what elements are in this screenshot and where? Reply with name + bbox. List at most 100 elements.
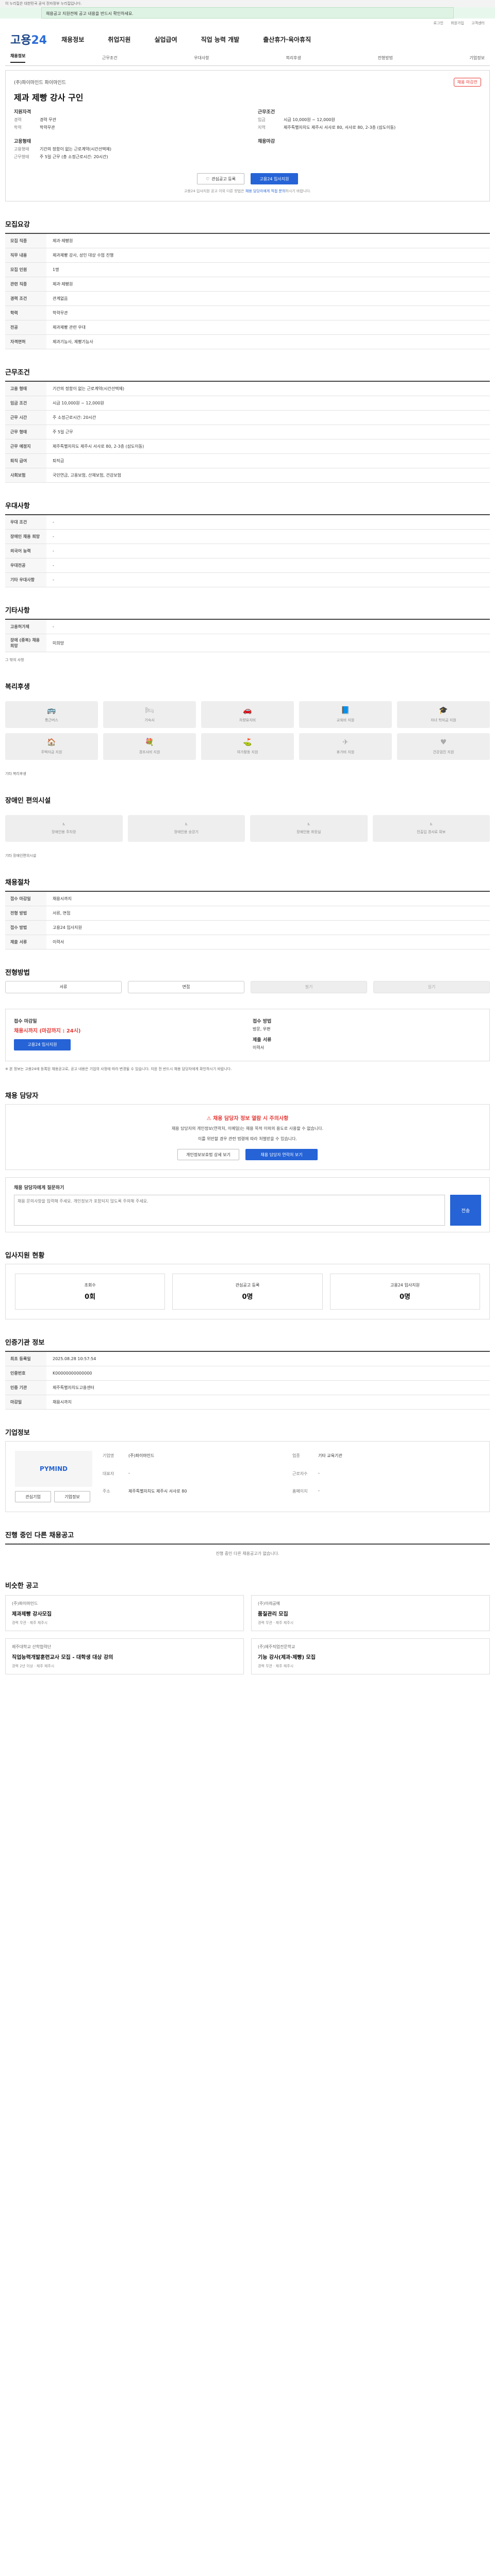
row-label: 근무 형태 <box>5 425 46 439</box>
row-label: 전형 방법 <box>5 906 46 920</box>
etc-note: 그 밖의 사항 <box>5 658 24 662</box>
job-card[interactable]: (주)이레공예 품질관리 모집 경력 무관 · 제주 제주시 <box>251 1595 490 1632</box>
welfare-item: 💐 경조사비 지원 <box>103 733 196 760</box>
contact-button[interactable]: 채용 담당자 연락처 보기 <box>245 1149 318 1161</box>
method-step-2: 면접 <box>128 980 244 993</box>
alert-icon: ⚠ <box>206 1115 213 1122</box>
welfare-icon: ✈ <box>342 738 349 747</box>
welfare-label: 주택자금 지원 <box>41 750 62 754</box>
company-field-value: 기타 교육기관 <box>318 1453 342 1459</box>
welfare-icon: ♥ <box>440 738 447 747</box>
row-label: 임금 조건 <box>5 396 46 410</box>
gnb-training[interactable]: 직업 능력 개발 <box>201 35 240 44</box>
job-card[interactable]: (주)제주직업전문학교 기능 강사(제과·제빵) 모집 경력 무관 · 제주 제주시 <box>251 1638 490 1675</box>
company-logo: PYMIND <box>15 1451 92 1487</box>
table-row: 제출 서류 이력서 <box>5 935 490 950</box>
gnb-jobs[interactable]: 채용정보 <box>61 35 84 44</box>
row-label: 제출 서류 <box>5 935 46 949</box>
job-card[interactable]: 제주대학교 산학협력단 직업능력개발훈련교사 모집 - 대학생 대상 강의 경력 2… <box>5 1638 244 1675</box>
row-value: 주 소정근로시간: 20시간 <box>53 415 96 420</box>
tab-welfare[interactable]: 복리후생 <box>286 55 301 61</box>
accessibility-icon: ♿ <box>62 822 65 826</box>
apply-box: 접수 마감일 채용시까지 (마감까지 : 24시) 고용24 입사지원 접수 방… <box>5 1008 490 1061</box>
tab-conditions[interactable]: 근무조건 <box>102 55 117 61</box>
table-row: 인증 기관 제주특별자치도고용센터 <box>5 1381 490 1396</box>
job-card-title[interactable]: 품질관리 모집 <box>258 1609 483 1617</box>
row-value: 2025.08.28 10:57:54 <box>53 1357 96 1362</box>
welfare-icon: 🚌 <box>47 706 56 715</box>
table-row: 근무 형태 주 5일 근무 <box>5 425 490 439</box>
conditions-title: 근무조건 <box>5 369 30 377</box>
table-row: 마감일 채용시까지 <box>5 1395 490 1410</box>
welfare-label: 경조사비 지원 <box>139 750 160 754</box>
company-field-label: 기업명 <box>103 1453 114 1459</box>
method-step-3: 필기 <box>251 980 367 993</box>
tab-recruit[interactable]: 채용정보 <box>10 53 26 63</box>
disability-grid: ♿ 장애인용 주차장 ♿ 장애인용 승강기 ♿ 장애인용 화장실 ♿ 진출입 경사로 확보 <box>5 809 490 848</box>
gnb-leave[interactable]: 출산휴가·육아휴직 <box>263 35 311 44</box>
site-logo[interactable]: 고용24 <box>10 31 47 47</box>
etc-table: 고용허가제 - 장애 (중복) 채용 희망 미희망 <box>5 619 490 652</box>
row-label: 직무 내용 <box>5 248 46 262</box>
welfare-icon: 🛏 <box>145 706 154 715</box>
login-link[interactable]: 로그인 <box>434 21 443 25</box>
privacy-button[interactable]: 개인정보보호법 상세 보기 <box>177 1149 239 1161</box>
disability-label: 장애인용 주차장 <box>52 829 76 834</box>
fav-company-button[interactable]: 관심기업 <box>15 1491 51 1503</box>
row-value: 주 5일 근무 <box>53 430 73 434</box>
tab-company[interactable]: 기업정보 <box>470 55 485 61</box>
row-value: 국민연금, 고용보험, 산재보험, 건강보험 <box>53 473 122 478</box>
preference-table: 우대 조건 - 장애인 채용 희망 - 외국어 능력 - 우대전공 - 기타 우대사항 - <box>5 514 490 587</box>
job-card-title[interactable]: 직업능력개발훈련교사 모집 - 대학생 대상 강의 <box>12 1653 237 1660</box>
help-link[interactable]: 고객센터 <box>471 21 485 25</box>
company-field: 업종 기타 교육기관 <box>292 1453 480 1465</box>
status-badge: 채용 마감전 <box>453 78 481 87</box>
qa-send-button[interactable]: 전송 <box>450 1195 481 1226</box>
disability-label: 장애인용 승강기 <box>174 829 199 834</box>
row-value: - <box>53 520 54 524</box>
qa-input[interactable] <box>14 1195 445 1226</box>
company-field-value: 제주특별자치도 제주시 서사로 80 <box>128 1489 187 1494</box>
table-row: 직무 내용 제과제빵 강사, 성인 대상 수업 진행 <box>5 248 490 263</box>
disability-note: 기타 장애인편의시설 <box>5 853 37 858</box>
row-value: - <box>53 549 54 553</box>
tab-preference[interactable]: 우대사항 <box>194 55 209 61</box>
row-value: - <box>53 624 54 629</box>
welfare-icon: ⛳ <box>243 738 252 747</box>
cert-table: 최초 등록일 2025.08.28 10:57:54 인증번호 K0000000000… <box>5 1351 490 1410</box>
welfare-icon: 💐 <box>145 738 154 747</box>
company-title: 기업정보 <box>5 1429 30 1437</box>
job-card[interactable]: (주)파이마인드 제과제빵 강사모집 경력 무관 · 제주 제주시 <box>5 1595 244 1632</box>
signup-link[interactable]: 회원가입 <box>451 21 464 25</box>
row-value: 1명 <box>53 267 59 272</box>
company-field: 기업명 (주)파이마인드 <box>103 1453 290 1465</box>
row-value: 관계없음 <box>53 296 68 301</box>
welfare-icon: 🎓 <box>439 706 448 715</box>
table-row: 최초 등록일 2025.08.28 10:57:54 <box>5 1352 490 1367</box>
company-info-button[interactable]: 기업정보 <box>54 1491 90 1503</box>
section-tabs: 채용정보 근무조건 우대사항 복리후생 전형방법 기업정보 <box>5 50 490 66</box>
table-row: 우대 조건 - <box>5 515 490 530</box>
row-label: 근무 시간 <box>5 411 46 425</box>
table-row: 기타 우대사항 - <box>5 573 490 587</box>
job-card-title[interactable]: 기능 강사(제과·제빵) 모집 <box>258 1653 483 1660</box>
job-card-title[interactable]: 제과제빵 강사모집 <box>12 1609 237 1617</box>
other-title: 진행 중인 다른 채용공고 <box>5 1532 74 1540</box>
row-label: 최초 등록일 <box>5 1352 46 1366</box>
page-title: 제과 제빵 강사 구인 <box>14 93 84 103</box>
gnb-support[interactable]: 취업지원 <box>108 35 130 44</box>
tab-method[interactable]: 전형방법 <box>377 55 392 61</box>
apply-button-2[interactable]: 고용24 입사지원 <box>14 1039 71 1050</box>
row-label: 고용허가제 <box>5 620 46 634</box>
welfare-icon: 🚗 <box>243 706 252 715</box>
gnb-benefit[interactable]: 실업급여 <box>154 35 177 44</box>
table-row: 경력 조건 관계없음 <box>5 292 490 306</box>
method-step-1: 서류 <box>5 980 122 993</box>
interest-button[interactable]: ♡ 관심공고 등록 <box>197 173 244 184</box>
apply-button[interactable]: 고용24 입사지원 <box>251 173 298 184</box>
welfare-item: 📘 교육비 지원 <box>299 701 392 728</box>
job-card-meta: 경력 2년 이상 · 제주 제주시 <box>12 1664 55 1669</box>
row-value: 제과제빵 강사, 성인 대상 수업 진행 <box>53 253 114 258</box>
welfare-icon: 📘 <box>341 706 350 715</box>
cond-heading: 근무조건 <box>258 110 275 115</box>
